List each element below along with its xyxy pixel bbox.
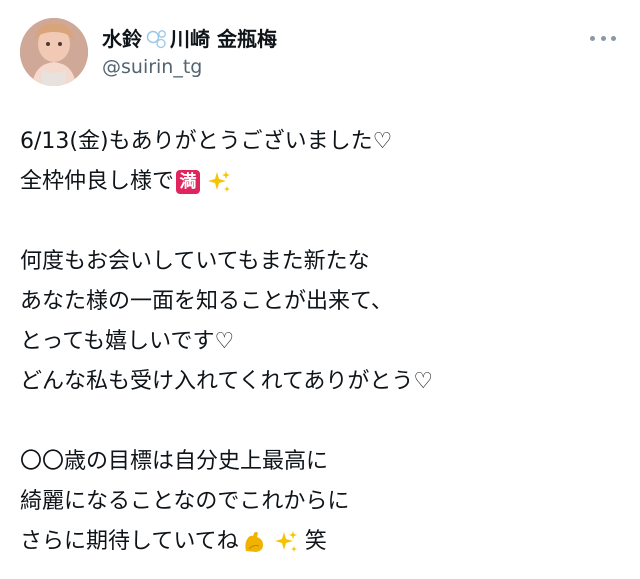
display-name-part1: 水鈴 [102,27,142,51]
text-line: どんな私も受け入れてくれてありがとう♡ [20,362,620,402]
text-line: 綺麗になることなのでこれからに [20,482,620,522]
text-line: 6/13(金)もありがとうございました♡ [20,122,620,162]
full-mark-emoji-icon: 満 [176,170,201,194]
avatar-image [20,18,88,86]
text-line: あなた様の一面を知ることが出来て、 [20,282,620,322]
text-line-content: さらに期待していてね [20,529,239,554]
more-dot [611,35,616,41]
text-line-content: 〇〇歳の目標は自分史上最高に [20,449,329,474]
more-dot [600,35,606,41]
text-line: さらに期待していてね 笑 [20,522,620,562]
bubbles-emoji-icon [146,30,166,49]
user-handle[interactable]: @suirin_tg [102,54,277,80]
text-line-content: 綺麗になることなのでこれからに [20,489,350,514]
more-options-icon[interactable] [590,32,616,44]
text-line-content: 6/13(金)もありがとうございました♡ [20,129,393,154]
tweet: 水鈴 川崎 金瓶梅 @suirin_tg 6/13(金)もありがとうございました… [0,0,640,579]
sparkles-emoji-icon [274,531,297,552]
text-line-content: 笑 [304,529,327,554]
tweet-text: 6/13(金)もありがとうございました♡ 全枠仲良し様で 満 何度もお会いしてい… [20,122,620,562]
text-line-content: どんな私も受け入れてくれてありがとう♡ [20,369,434,394]
display-name-part2: 川崎 金瓶梅 [170,27,277,51]
flexed-biceps-emoji-icon [245,532,263,552]
more-dot [590,35,595,41]
text-line: 〇〇歳の目標は自分史上最高に [20,442,620,482]
user-names: 水鈴 川崎 金瓶梅 @suirin_tg [102,26,277,80]
text-line: 何度もお会いしていてもまた新たな [20,242,620,282]
text-line: とっても嬉しいです♡ [20,322,620,362]
text-line-content: あなた様の一面を知ることが出来て、 [20,289,393,314]
text-line-content: 何度もお会いしていてもまた新たな [20,249,370,274]
sparkles-emoji-icon [208,171,231,192]
text-line: 全枠仲良し様で 満 [20,162,620,202]
tweet-header: 水鈴 川崎 金瓶梅 @suirin_tg [20,18,620,90]
text-line-content: 全枠仲良し様で [20,169,175,194]
avatar[interactable] [20,18,88,86]
display-name[interactable]: 水鈴 川崎 金瓶梅 [102,26,277,52]
text-line-content: とっても嬉しいです♡ [20,329,235,354]
